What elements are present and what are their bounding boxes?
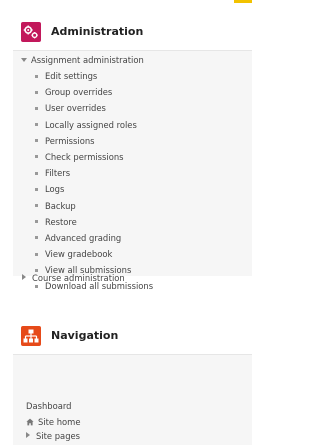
admin-item-advanced-grading[interactable]: Advanced grading <box>33 230 243 246</box>
assignment-administration-node[interactable]: Assignment administration <box>31 54 144 66</box>
nav-item-dashboard[interactable]: Dashboard <box>26 400 71 412</box>
admin-item-backup[interactable]: Backup <box>33 198 243 214</box>
admin-item-permissions[interactable]: Permissions <box>33 133 243 149</box>
admin-item-user-overrides[interactable]: User overrides <box>33 100 243 116</box>
navigation-block: Navigation Dashboard Site home Site page… <box>13 318 252 445</box>
bullet-icon <box>35 123 38 127</box>
bullet-icon <box>35 187 38 191</box>
admin-item-filters[interactable]: Filters <box>33 165 243 181</box>
navigation-title: Navigation <box>51 329 119 342</box>
bullet-icon <box>35 74 38 78</box>
admin-item-group-overrides[interactable]: Group overrides <box>33 84 243 100</box>
admin-item-locally-assigned-roles[interactable]: Locally assigned roles <box>33 117 243 133</box>
sitemap-icon <box>21 326 41 346</box>
admin-item-view-gradebook[interactable]: View gradebook <box>33 246 243 262</box>
administration-header: Administration <box>13 14 252 51</box>
collapsed-arrow-icon <box>22 274 26 280</box>
bullet-icon <box>35 204 38 207</box>
gears-icon <box>21 22 41 42</box>
admin-item-edit-settings[interactable]: Edit settings <box>33 68 243 84</box>
nav-item-site-home[interactable]: Site home <box>26 416 80 428</box>
navigation-header: Navigation <box>13 318 252 355</box>
bullet-icon <box>35 106 38 110</box>
collapsed-arrow-icon <box>26 432 30 438</box>
bullet-icon <box>35 220 38 224</box>
bullet-icon <box>35 236 38 240</box>
admin-item-restore[interactable]: Restore <box>33 214 243 230</box>
nav-item-site-pages[interactable]: Site pages <box>26 430 80 442</box>
administration-title: Administration <box>51 25 144 38</box>
admin-item-check-permissions[interactable]: Check permissions <box>33 149 243 165</box>
bullet-icon <box>35 155 38 159</box>
bullet-icon <box>35 90 38 94</box>
admin-item-logs[interactable]: Logs <box>33 181 243 197</box>
course-administration-node[interactable]: Course administration <box>22 272 125 284</box>
home-icon <box>26 417 34 426</box>
bullet-icon <box>35 171 38 175</box>
bullet-icon <box>35 284 38 288</box>
top-accent-strip <box>234 0 252 3</box>
bullet-icon <box>35 139 38 143</box>
assignment-admin-list: Edit settings Group overrides User overr… <box>33 68 243 295</box>
expanded-arrow-icon[interactable] <box>21 58 27 62</box>
administration-block: Administration Assignment administration… <box>13 14 252 291</box>
bullet-icon <box>35 252 38 256</box>
